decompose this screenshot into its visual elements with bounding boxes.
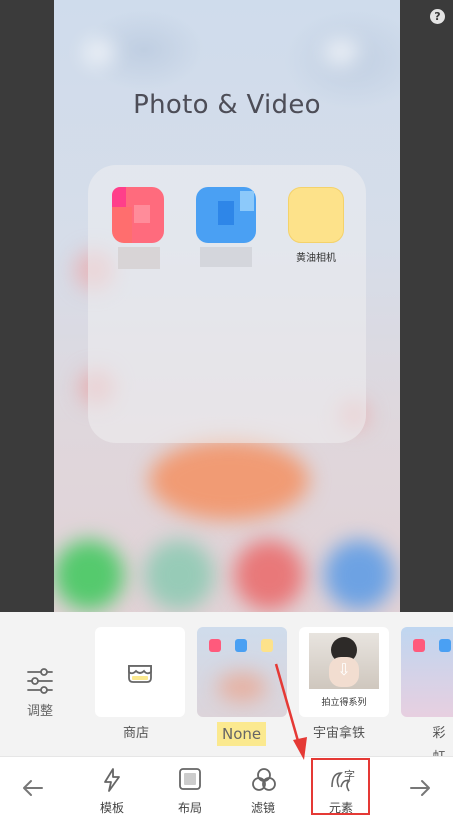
help-icon[interactable]: ? (430, 9, 445, 24)
tool-label: 滤镜 (250, 801, 275, 815)
folder-title: Photo & Video (133, 90, 321, 120)
bg-blob (149, 440, 309, 520)
app-icon-butter-camera[interactable] (288, 187, 344, 243)
filter-cosmic-latte[interactable]: ⇩ 拍立得系列 (299, 627, 389, 717)
bg-blob (324, 540, 394, 610)
adjust-label: 调整 (26, 704, 53, 719)
download-icon: ⇩ (337, 660, 351, 679)
editor-preview: Photo & Video 黄油相机 ? (0, 0, 453, 612)
tool-layout[interactable]: 布局 (160, 757, 220, 818)
bg-blob (144, 540, 214, 610)
app-icon-blue (196, 187, 256, 243)
app-folder: 黄油相机 (88, 165, 366, 443)
app-icon-pink (112, 187, 164, 243)
bg-blob (234, 540, 304, 610)
tool-templates[interactable]: 模板 (82, 757, 142, 818)
app-label: 黄油相机 (296, 253, 336, 264)
filter-label: 商店 (123, 726, 150, 741)
tool-label: 模板 (99, 801, 124, 815)
bottom-toolbar: 模板 布局 滤镜 字 元素 (0, 756, 453, 818)
latte-caption: 拍立得系列 (321, 698, 367, 708)
filter-circles-icon (252, 768, 276, 791)
sliders-icon (27, 668, 53, 694)
back-arrow-icon[interactable] (16, 771, 50, 805)
elements-highlight-box (311, 758, 370, 815)
filter-store[interactable] (95, 627, 185, 717)
filter-label-selected: None (217, 722, 267, 746)
filter-label: 宇宙拿铁 (313, 726, 366, 741)
tool-label: 布局 (177, 801, 202, 815)
photo-canvas[interactable]: Photo & Video 黄油相机 (54, 0, 400, 612)
filter-label: 彩虹 (432, 726, 446, 765)
forward-arrow-icon[interactable] (403, 771, 437, 805)
app-label-pixelated (118, 247, 160, 269)
filter-strip: 调整 商店 None ⇩ 拍立得系列 宇宙拿铁 彩虹 (0, 612, 453, 765)
filter-rainbow[interactable] (401, 627, 453, 717)
adjust-button[interactable]: 调整 (0, 612, 80, 756)
filter-none[interactable] (197, 627, 287, 717)
layout-icon (179, 768, 201, 790)
tool-filters[interactable]: 滤镜 (233, 757, 293, 818)
lightning-icon (104, 768, 120, 792)
bg-blob (54, 540, 124, 610)
bg-blob (324, 40, 359, 65)
app-label-pixelated (200, 247, 252, 267)
bg-blob (84, 40, 114, 65)
store-icon (128, 665, 152, 683)
